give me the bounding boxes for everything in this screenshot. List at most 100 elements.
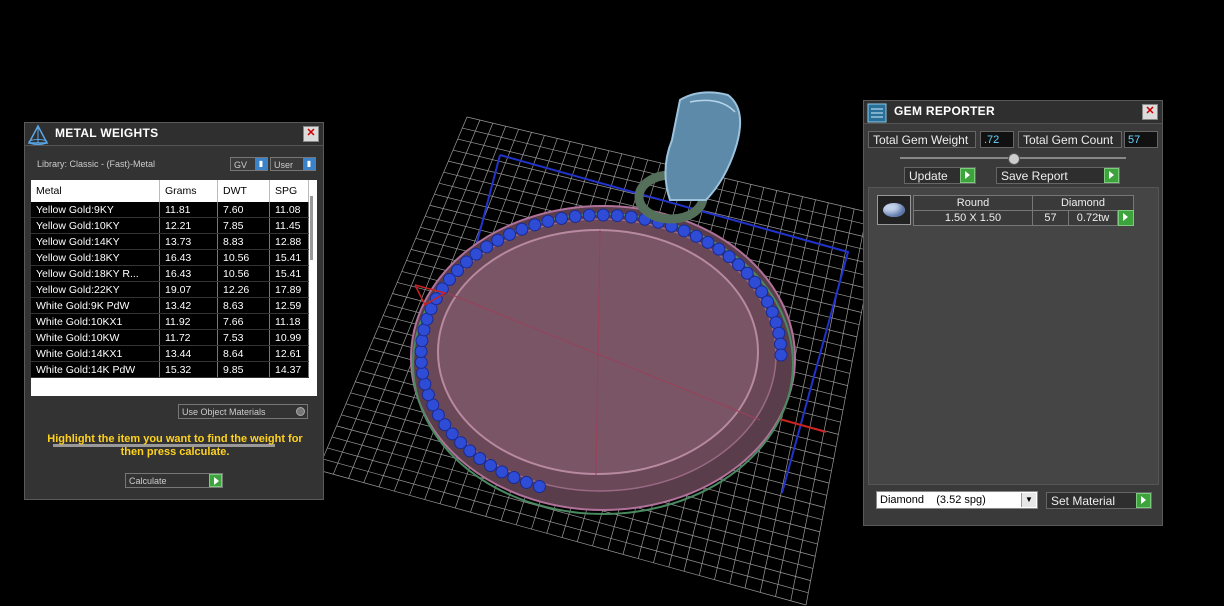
gem-shape: Round: [913, 195, 1033, 211]
panel-title: GEM REPORTER: [894, 104, 995, 118]
table-cell: 15.41: [269, 265, 309, 282]
column-header[interactable]: SPG: [269, 180, 309, 202]
metal-weights-titlebar[interactable]: METAL WEIGHTS ✕: [25, 123, 323, 146]
user-dropdown[interactable]: User ▮: [270, 157, 316, 171]
close-icon[interactable]: ✕: [303, 126, 319, 142]
table-cell: 12.21: [159, 217, 218, 234]
column-header[interactable]: Grams: [159, 180, 218, 202]
material-select[interactable]: Diamond (3.52 spg) ▼: [876, 491, 1038, 509]
set-material-label: Set Material: [1051, 494, 1116, 508]
play-arrow-icon: [1104, 168, 1119, 183]
table-cell: 12.26: [217, 281, 270, 298]
table-cell: White Gold:10KW: [31, 329, 160, 346]
table-cell: 12.88: [269, 233, 309, 250]
table-row[interactable]: Yellow Gold:18KY 16.43 10.56 15.41: [31, 249, 309, 266]
panel-title: METAL WEIGHTS: [55, 126, 159, 140]
slider-handle[interactable]: [1008, 153, 1020, 165]
table-cell: 12.59: [269, 297, 309, 314]
library-label: Library: Classic - (Fast)-Metal: [37, 159, 156, 169]
gem-list[interactable]: Round Diamond 1.50 X 1.50 57 0.72tw: [868, 187, 1159, 485]
metal-weights-icon: [27, 124, 49, 145]
table-cell: 12.61: [269, 345, 309, 362]
calculate-label: Calculate: [129, 476, 167, 486]
column-header[interactable]: Metal: [31, 180, 160, 202]
table-cell: 7.85: [217, 217, 270, 234]
dropdown-arrow-icon: ▮: [303, 158, 315, 170]
table-cell: 8.63: [217, 297, 270, 314]
table-row[interactable]: Yellow Gold:22KY 19.07 12.26 17.89: [31, 281, 309, 298]
metal-table[interactable]: Metal Grams DWT SPG Yellow Gold:9KY 11.81…: [31, 180, 317, 447]
table-row[interactable]: White Gold:14K PdW 15.32 9.85 14.37: [31, 361, 309, 378]
table-cell: 13.42: [159, 297, 218, 314]
table-cell: Yellow Gold:10KY: [31, 217, 160, 234]
gv-dropdown-label: GV: [234, 160, 248, 170]
total-gem-weight-value: .72: [980, 131, 1014, 148]
table-cell: 11.72: [159, 329, 218, 346]
gem-row-arrow-icon[interactable]: [1118, 210, 1134, 226]
user-dropdown-label: User: [274, 160, 294, 170]
save-report-button[interactable]: Save Report: [996, 167, 1120, 184]
table-cell: Yellow Gold:22KY: [31, 281, 160, 298]
table-cell: 11.81: [159, 202, 218, 218]
chevron-down-icon: ▼: [1021, 493, 1036, 507]
gem-weight: 0.72tw: [1068, 210, 1118, 226]
table-cell: 13.73: [159, 233, 218, 250]
table-cell: Yellow Gold:9KY: [31, 202, 160, 218]
set-material-button[interactable]: Set Material: [1046, 492, 1152, 509]
total-gem-count-label: Total Gem Count: [1018, 131, 1122, 148]
table-cell: 17.89: [269, 281, 309, 298]
table-row[interactable]: White Gold:14KX1 13.44 8.64 12.61: [31, 345, 309, 362]
table-cell: 7.53: [217, 329, 270, 346]
update-button[interactable]: Update: [904, 167, 976, 184]
play-arrow-icon: [960, 168, 975, 183]
table-cell: 19.07: [159, 281, 218, 298]
table-row[interactable]: White Gold:10KX1 11.92 7.66 11.18: [31, 313, 309, 330]
total-gem-weight-label: Total Gem Weight: [868, 131, 976, 148]
close-icon[interactable]: ✕: [1142, 104, 1158, 120]
material-select-value: Diamond (3.52 spg): [880, 494, 986, 506]
metal-weights-panel: METAL WEIGHTS ✕ Library: Classic - (Fast…: [24, 122, 324, 500]
table-cell: 8.83: [217, 233, 270, 250]
update-label: Update: [909, 169, 948, 183]
table-row[interactable]: Yellow Gold:18KY R... 16.43 10.56 15.41: [31, 265, 309, 282]
table-cell: 10.56: [217, 249, 270, 266]
radio-icon: [296, 407, 305, 416]
table-cell: 15.32: [159, 361, 218, 378]
table-cell: Yellow Gold:18KY R...: [31, 265, 160, 282]
dropdown-arrow-icon: ▮: [255, 158, 267, 170]
play-arrow-icon: [1136, 493, 1151, 508]
table-row[interactable]: Yellow Gold:9KY 11.81 7.60 11.08: [31, 202, 309, 218]
table-row[interactable]: White Gold:10KW 11.72 7.53 10.99: [31, 329, 309, 346]
gem-material: Diamond: [1032, 195, 1134, 211]
table-cell: Yellow Gold:18KY: [31, 249, 160, 266]
table-cell: White Gold:14KX1: [31, 345, 160, 362]
table-cell: 13.44: [159, 345, 218, 362]
calculate-button[interactable]: Calculate: [125, 473, 223, 488]
save-report-label: Save Report: [1001, 169, 1068, 183]
table-cell: White Gold:14K PdW: [31, 361, 160, 378]
table-cell: 8.64: [217, 345, 270, 362]
column-header[interactable]: DWT: [217, 180, 270, 202]
table-row[interactable]: Yellow Gold:10KY 12.21 7.85 11.45: [31, 217, 309, 234]
vertical-scrollbar[interactable]: [310, 196, 313, 260]
pendant-model: [410, 91, 796, 515]
instruction-text: Highlight the item you want to find the …: [47, 433, 303, 458]
table-cell: 15.41: [269, 249, 309, 266]
use-object-materials-toggle[interactable]: Use Object Materials: [178, 404, 308, 419]
table-cell: 16.43: [159, 265, 218, 282]
table-cell: 11.08: [269, 202, 309, 218]
table-row[interactable]: Yellow Gold:14KY 13.73 8.83 12.88: [31, 233, 309, 250]
table-cell: 11.18: [269, 313, 309, 330]
table-cell: 9.85: [217, 361, 270, 378]
gv-dropdown[interactable]: GV ▮: [230, 157, 268, 171]
gem-reporter-titlebar[interactable]: GEM REPORTER ✕: [864, 101, 1162, 124]
play-arrow-icon: [209, 474, 222, 487]
gem-count: 57: [1032, 210, 1069, 226]
use-object-materials-label: Use Object Materials: [182, 407, 266, 417]
gem-reporter-icon: [867, 103, 887, 123]
gem-size: 1.50 X 1.50: [913, 210, 1033, 226]
table-row[interactable]: White Gold:9K PdW 13.42 8.63 12.59: [31, 297, 309, 314]
table-cell: Yellow Gold:14KY: [31, 233, 160, 250]
table-cell: White Gold:9K PdW: [31, 297, 160, 314]
gem-reporter-panel: GEM REPORTER ✕ Total Gem Weight .72 Tota…: [863, 100, 1163, 526]
